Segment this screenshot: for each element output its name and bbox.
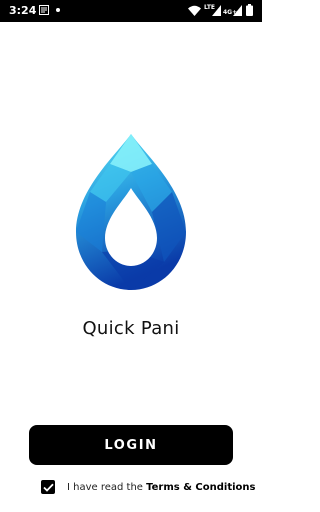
status-time: 3:24 [9, 4, 37, 17]
signal-icon [233, 5, 242, 16]
water-drop-logo [76, 134, 186, 290]
terms-row: I have read the Terms & Conditions [41, 478, 255, 496]
terms-checkbox[interactable] [41, 480, 55, 494]
status-icons: LTE 4G+ [188, 4, 254, 18]
status-dot [56, 8, 60, 12]
app-title: Quick Pani [82, 318, 180, 339]
signal-icon [212, 5, 221, 16]
wifi-icon [188, 5, 201, 16]
checkmark-icon [42, 483, 54, 492]
terms-text: I have read the Terms & Conditions [67, 482, 255, 493]
battery-icon [246, 4, 253, 16]
terms-link[interactable]: Terms & Conditions [146, 482, 255, 493]
terms-prefix: I have read the [67, 481, 147, 493]
login-button[interactable]: LOGIN [29, 425, 233, 465]
notification-icon [39, 5, 49, 15]
status-bar: 3:24 LTE 4G+ [0, 0, 262, 22]
